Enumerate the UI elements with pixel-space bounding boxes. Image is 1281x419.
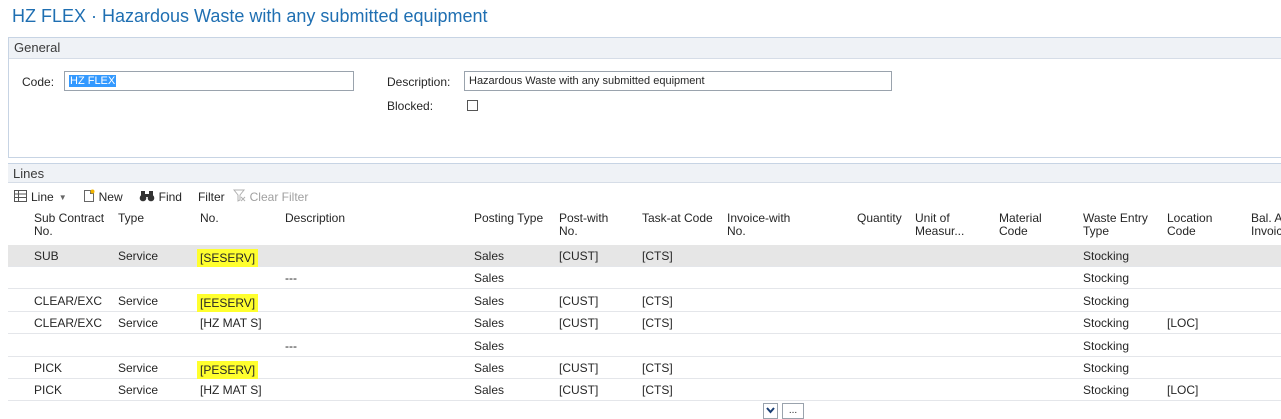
code-value: HZ FLEX	[69, 75, 117, 87]
cell-loc[interactable]: [LOC]	[1167, 316, 1198, 330]
column-header[interactable]: Bal. A Invoic	[1251, 212, 1281, 238]
line-menu-label: Line	[31, 190, 54, 204]
cell-type[interactable]: Service	[118, 294, 158, 308]
new-button[interactable]: New	[83, 189, 123, 206]
cell-waste[interactable]: Stocking	[1083, 271, 1129, 285]
cell-type[interactable]: Service	[118, 249, 158, 263]
table-row[interactable]: --- Sales Stocking	[8, 335, 1281, 357]
blocked-label: Blocked:	[387, 99, 434, 113]
column-header[interactable]: Unit of Measur...	[915, 212, 964, 238]
cell-posting[interactable]: Sales	[474, 271, 504, 285]
table-row[interactable]: PICK Service [HZ MAT S] Sales [CUST] [CTS] Sto…	[8, 379, 1281, 402]
cell-no[interactable]: [SESERV]	[197, 249, 259, 267]
cell-no[interactable]: [HZ MAT S]	[200, 383, 262, 397]
filter-button[interactable]: Filter	[198, 190, 225, 204]
grid-icon	[14, 189, 27, 205]
more-options-button[interactable]: ...	[782, 403, 804, 419]
cell-waste[interactable]: Stocking	[1083, 294, 1129, 308]
cell-posting[interactable]: Sales	[474, 294, 504, 308]
cell-no[interactable]: [PESERV]	[197, 361, 259, 379]
cell-sub[interactable]: PICK	[34, 361, 62, 375]
column-header[interactable]: Type	[118, 212, 144, 225]
page-title: HZ FLEX · Hazardous Waste with any submi…	[12, 6, 488, 26]
chevron-down-icon[interactable]	[763, 403, 778, 419]
cell-type[interactable]: Service	[118, 316, 158, 330]
find-label: Find	[158, 190, 182, 204]
binoculars-icon	[139, 190, 155, 205]
blocked-checkbox[interactable]	[467, 100, 478, 111]
find-button[interactable]: Find	[139, 190, 182, 205]
code-label: Code:	[22, 75, 55, 89]
column-header[interactable]: Post-with No.	[559, 212, 608, 238]
cell-type[interactable]: Service	[118, 361, 158, 375]
cell-waste[interactable]: Stocking	[1083, 249, 1129, 263]
description-label: Description:	[387, 75, 451, 89]
column-header[interactable]: Task-at Code	[642, 212, 713, 225]
line-menu-button[interactable]: Line ▼	[14, 189, 67, 205]
cell-no[interactable]: [EESERV]	[197, 293, 259, 312]
cell-posting[interactable]: Sales	[474, 316, 504, 330]
cell-sub[interactable]: SUB	[34, 249, 59, 263]
lines-toolbar: Line ▼ New Find Filter Clear Filter	[14, 188, 324, 206]
new-label: New	[98, 190, 123, 204]
table-row[interactable]: SUB Service [SESERV] Sales [CUST] [CTS] Stocki…	[8, 245, 1281, 267]
table-row[interactable]: PICK Service [PESERV] Sales [CUST] [CTS] Stock…	[8, 357, 1281, 379]
lines-section-header[interactable]: Lines	[8, 163, 1281, 183]
table-row[interactable]: CLEAR/EXC Service [EESERV] Sales [CUST] [CTS]…	[8, 290, 1281, 312]
column-header[interactable]: Invoice-with No.	[727, 212, 790, 238]
cell-waste[interactable]: Stocking	[1083, 339, 1129, 353]
table-row[interactable]: --- Sales Stocking	[8, 267, 1281, 290]
cell-task[interactable]: [CTS]	[642, 294, 673, 308]
column-header[interactable]: Posting Type	[474, 212, 543, 225]
column-header[interactable]: Sub Contract No.	[34, 212, 104, 238]
cell-sub[interactable]: CLEAR/EXC	[34, 294, 102, 308]
cell-posting[interactable]: Sales	[474, 361, 504, 375]
cell-sub[interactable]: CLEAR/EXC	[34, 316, 102, 330]
column-header[interactable]: Material Code	[999, 212, 1042, 238]
column-header[interactable]: Quantity	[857, 212, 902, 225]
cell-posting[interactable]: Sales	[474, 249, 504, 263]
general-section-header[interactable]: General	[9, 38, 1281, 59]
new-document-icon	[83, 189, 95, 206]
description-field[interactable]: Hazardous Waste with any submitted equip…	[464, 71, 892, 91]
cell-task[interactable]: [CTS]	[642, 383, 673, 397]
cell-postwith[interactable]: [CUST]	[559, 383, 598, 397]
cell-loc[interactable]: [LOC]	[1167, 383, 1198, 397]
cell-waste[interactable]: Stocking	[1083, 361, 1129, 375]
cell-desc[interactable]: ---	[285, 271, 297, 285]
cell-posting[interactable]: Sales	[474, 383, 504, 397]
filter-label: Filter	[197, 190, 225, 204]
cell-no[interactable]: [HZ MAT S]	[200, 316, 262, 330]
cell-desc[interactable]: ---	[285, 339, 297, 353]
column-header[interactable]: Description	[285, 212, 345, 225]
clear-filter-button[interactable]: Clear Filter	[232, 189, 309, 205]
clear-filter-icon	[232, 189, 246, 205]
cell-waste[interactable]: Stocking	[1083, 383, 1129, 397]
chevron-down-icon: ▼	[58, 192, 67, 202]
cell-task[interactable]: [CTS]	[642, 316, 673, 330]
clear-filter-label: Clear Filter	[249, 190, 309, 204]
cell-postwith[interactable]: [CUST]	[559, 249, 598, 263]
cell-task[interactable]: [CTS]	[642, 249, 673, 263]
cell-type[interactable]: Service	[118, 383, 158, 397]
cell-postwith[interactable]: [CUST]	[559, 294, 598, 308]
column-header[interactable]: Location Code	[1167, 212, 1212, 238]
cell-task[interactable]: [CTS]	[642, 361, 673, 375]
cell-waste[interactable]: Stocking	[1083, 316, 1129, 330]
cell-postwith[interactable]: [CUST]	[559, 361, 598, 375]
column-header[interactable]: Waste Entry Type	[1083, 212, 1148, 238]
cell-sub[interactable]: PICK	[34, 383, 62, 397]
general-section: General Code: HZ FLEX Description: Hazar…	[8, 37, 1281, 158]
column-header[interactable]: No.	[200, 212, 219, 225]
table-row[interactable]: CLEAR/EXC Service [HZ MAT S] Sales [CUST] [CT…	[8, 312, 1281, 335]
cell-postwith[interactable]: [CUST]	[559, 316, 598, 330]
cell-posting[interactable]: Sales	[474, 339, 504, 353]
code-field[interactable]: HZ FLEX	[64, 71, 354, 91]
